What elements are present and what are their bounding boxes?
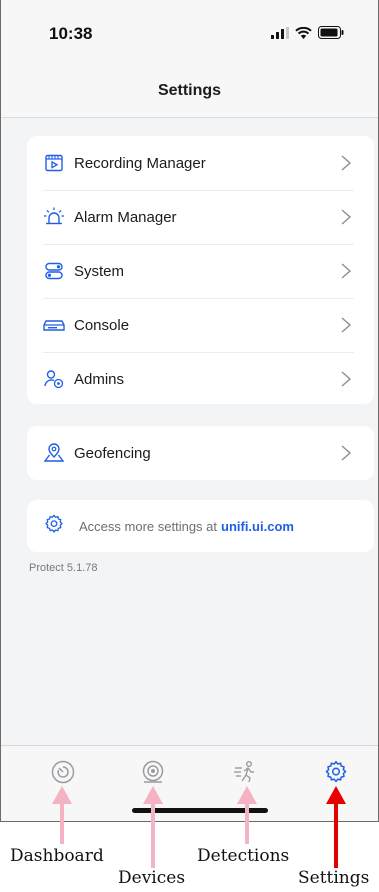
detections-arrow <box>237 786 257 844</box>
settings-arrow <box>326 786 346 868</box>
annotation-detections: Detections <box>197 846 290 866</box>
annotation-arrows <box>52 786 346 868</box>
annotation-settings: Settings <box>298 868 370 888</box>
dashboard-arrow <box>52 786 72 844</box>
annotation-dashboard: Dashboard <box>10 846 104 866</box>
annotation-devices: Devices <box>118 868 186 888</box>
devices-arrow <box>143 786 163 868</box>
